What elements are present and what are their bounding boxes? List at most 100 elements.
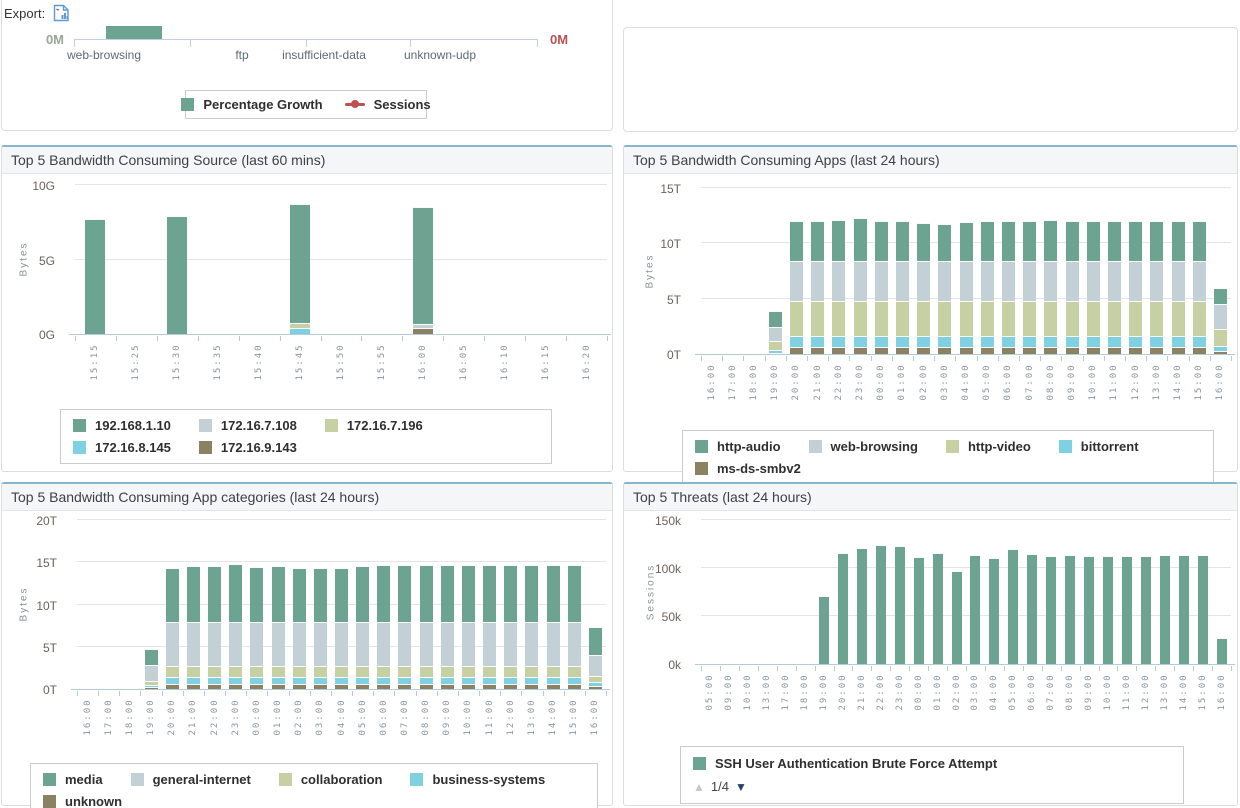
segment-business-systems[interactable] [504,677,517,684]
bar-11:00[interactable] [1108,221,1121,354]
segment-http-audio[interactable] [1002,221,1015,261]
legend-item-172.16.7.108[interactable]: 172.16.7.108 [199,418,297,433]
bar-14:00[interactable] [1172,221,1185,354]
segment-general-internet[interactable] [229,622,242,666]
segment-business-systems[interactable] [293,677,306,684]
segment-collaboration[interactable] [547,666,560,677]
bar-02:00[interactable] [917,223,930,354]
bar-22:00[interactable] [876,545,886,664]
bar-09:00[interactable] [1066,221,1079,354]
bar-08:00[interactable] [1044,220,1057,354]
segment-bittorrent[interactable] [875,336,888,347]
bar-10:00[interactable] [1103,556,1113,664]
bar-04:00[interactable] [960,222,973,354]
bar-21:00[interactable] [811,221,824,354]
segment-http-audio[interactable] [1044,220,1057,261]
segment-bittorrent[interactable] [917,336,930,347]
bar-15:00[interactable] [568,565,581,689]
segment-general-internet[interactable] [145,665,158,681]
bar-09:00[interactable] [441,565,454,689]
segment-web-browsing[interactable] [1108,261,1121,301]
bar-15:00[interactable] [1193,221,1206,354]
segment-http-audio[interactable] [790,221,803,261]
bar-03:00[interactable] [938,224,951,354]
segment-collaboration[interactable] [398,666,411,677]
segment-ms-ds-smbv2[interactable] [938,347,951,354]
bar-06:00[interactable] [377,565,390,689]
segment-ms-ds-smbv2[interactable] [1002,347,1015,354]
segment-ms-ds-smbv2[interactable] [1108,347,1121,354]
bar-06:00[interactable] [1027,554,1037,664]
segment-http-video[interactable] [1002,301,1015,335]
segment-media[interactable] [208,566,221,623]
segment-web-browsing[interactable] [769,327,782,341]
bar-20:00[interactable] [166,568,179,689]
segment-general-internet[interactable] [547,622,560,666]
segment-business-systems[interactable] [272,677,285,684]
bar-19:00[interactable] [769,311,782,354]
bar-13:00[interactable] [1150,221,1163,354]
segment-business-systems[interactable] [525,677,538,684]
segment-media[interactable] [398,565,411,622]
legend-item-business-systems[interactable]: business-systems [410,772,545,787]
segment-http-video[interactable] [960,301,973,335]
segment-172.16.7.196[interactable] [290,323,310,328]
segment-business-systems[interactable] [314,677,327,684]
segment-general-internet[interactable] [166,622,179,666]
segment-http-audio[interactable] [811,221,824,261]
segment-general-internet[interactable] [356,622,369,666]
segment-business-systems[interactable] [547,677,560,684]
legend-item-bittorrent[interactable]: bittorrent [1059,439,1139,454]
bar-00:00[interactable] [875,221,888,354]
segment-unknown[interactable] [250,684,263,689]
segment-media[interactable] [504,565,517,622]
growth-bar-web-browsing[interactable] [106,26,162,39]
segment-192.168.1.10[interactable] [85,219,105,334]
segment-collaboration[interactable] [335,666,348,677]
segment-unknown[interactable] [166,684,179,689]
segment-unknown[interactable] [504,684,517,689]
segment-http-video[interactable] [1214,329,1227,346]
segment-ms-ds-smbv2[interactable] [875,347,888,354]
segment-media[interactable] [462,565,475,622]
segment-media[interactable] [166,568,179,622]
bar-21:00[interactable] [857,548,867,664]
segment-ms-ds-smbv2[interactable] [981,347,994,354]
segment-http-video[interactable] [1129,301,1142,335]
segment-unknown[interactable] [547,684,560,689]
segment-192.168.1.10[interactable] [167,216,187,334]
segment-business-systems[interactable] [250,677,263,684]
segment-http-video[interactable] [769,341,782,349]
segment-SSH User Authentication Brute Force Attempt[interactable] [1027,554,1037,664]
bar-20:00[interactable] [838,553,848,664]
segment-bittorrent[interactable] [1129,336,1142,347]
segment-SSH User Authentication Brute Force Attempt[interactable] [933,553,943,664]
bar-04:00[interactable] [335,568,348,689]
bar-15:30[interactable] [167,216,187,334]
legend-item-collaboration[interactable]: collaboration [279,772,383,787]
bar-10:00[interactable] [462,565,475,689]
segment-ms-ds-smbv2[interactable] [1150,347,1163,354]
segment-web-browsing[interactable] [1023,261,1036,301]
segment-media[interactable] [335,568,348,623]
segment-business-systems[interactable] [166,677,179,684]
segment-collaboration[interactable] [589,676,602,682]
segment-bittorrent[interactable] [1214,346,1227,351]
legend-item-http-video[interactable]: http-video [946,439,1031,454]
bar-09:00[interactable] [1084,556,1094,664]
bar-14:00[interactable] [547,565,560,689]
bar-10:00[interactable] [1087,221,1100,354]
segment-collaboration[interactable] [250,666,263,677]
segment-http-video[interactable] [832,301,845,335]
segment-bittorrent[interactable] [1002,336,1015,347]
segment-web-browsing[interactable] [1129,261,1142,301]
legend-item-SSH User Authentication Brute Force Attempt[interactable]: SSH User Authentication Brute Force Atte… [693,756,997,771]
segment-unknown[interactable] [398,684,411,689]
segment-web-browsing[interactable] [1002,261,1015,301]
segment-collaboration[interactable] [568,666,581,677]
bar-14:00[interactable] [1179,555,1189,664]
segment-general-internet[interactable] [250,622,263,666]
segment-web-browsing[interactable] [938,261,951,301]
segment-media[interactable] [441,565,454,622]
segment-general-internet[interactable] [293,622,306,666]
